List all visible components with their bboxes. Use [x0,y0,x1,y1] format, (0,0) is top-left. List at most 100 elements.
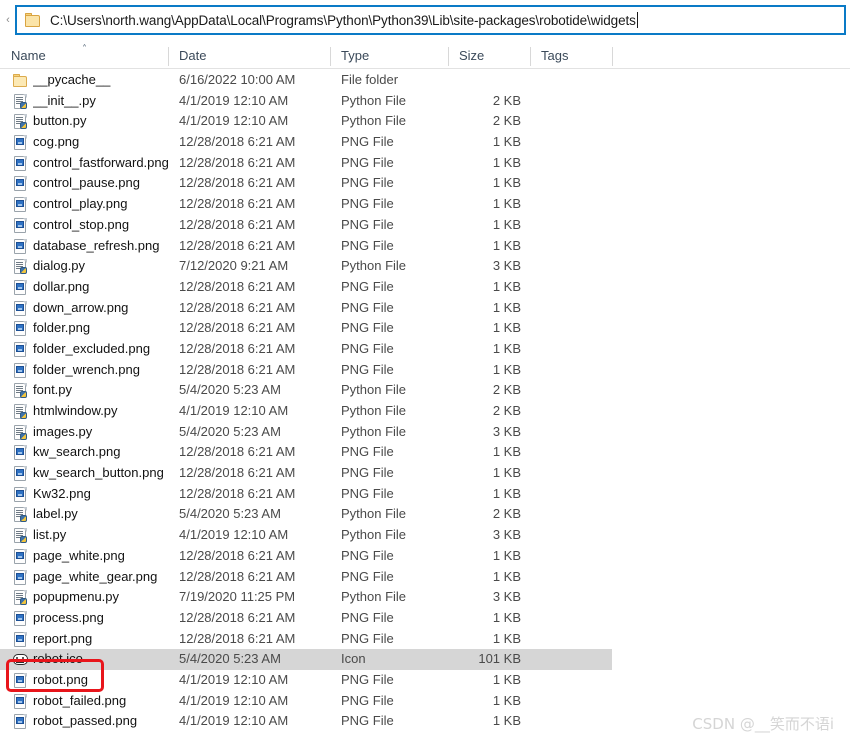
file-row[interactable]: dialog.py 7/12/2020 9:21 AM Python File 3 K… [0,256,850,277]
file-type: PNG File [341,609,394,625]
file-date: 4/1/2019 12:10 AM [179,671,289,687]
file-type: Python File [341,589,407,605]
file-name: htmlwindow.py [33,403,118,418]
file-type: Python File [341,506,407,522]
file-date: 4/1/2019 12:10 AM [179,403,289,418]
file-type: PNG File [341,237,394,253]
file-row[interactable]: down_arrow.png 12/28/2018 6:21 AM PNG File… [0,298,850,319]
file-tags [541,546,611,567]
png-file-icon [13,466,28,482]
file-size: 1 KB [492,237,521,253]
file-name: process.png [33,609,104,625]
file-row[interactable]: page_white.png 12/28/2018 6:21 AM PNG File… [0,546,850,567]
file-size: 1 KB [492,713,521,729]
file-tags [541,215,611,236]
file-type: PNG File [341,465,394,481]
column-divider[interactable] [612,47,613,66]
file-type: Python File [341,92,407,108]
file-tags [541,277,611,298]
file-row[interactable]: page_white_gear.png 12/28/2018 6:21 AM PNG… [0,567,850,588]
column-header-size[interactable]: Size [448,43,530,69]
file-row[interactable]: folder.png 12/28/2018 6:21 AM PNG File 1 KB [0,318,850,339]
file-date: 12/28/2018 6:21 AM [179,154,296,170]
file-date: 12/28/2018 6:21 AM [179,278,296,294]
file-date: 4/1/2019 12:10 AM [179,527,289,543]
png-file-icon [13,217,28,233]
file-row[interactable]: button.py 4/1/2019 12:10 AM Python File 2 K… [0,111,850,132]
file-name: control_stop.png [33,216,130,232]
file-row[interactable]: kw_search_button.png 12/28/2018 6:21 AM PN… [0,463,850,484]
file-name: robot.png [33,671,88,687]
file-row[interactable]: Kw32.png 12/28/2018 6:21 AM PNG File 1 KB [0,484,850,505]
file-row[interactable]: folder_excluded.png 12/28/2018 6:21 AM PNG… [0,339,850,360]
file-name: robot_failed.png [33,692,127,708]
file-row[interactable]: cog.png 12/28/2018 6:21 AM PNG File 1 KB [0,132,850,153]
file-row[interactable]: control_fastforward.png 12/28/2018 6:21 A… [0,153,850,174]
file-row[interactable]: control_stop.png 12/28/2018 6:21 AM PNG Fi… [0,215,850,236]
file-row[interactable]: database_refresh.png 12/28/2018 6:21 AM PN… [0,236,850,257]
file-type: Python File [341,527,407,543]
file-row[interactable]: label.py 5/4/2020 5:23 AM Python File 2 KB [0,504,850,525]
python-file-icon [13,590,28,606]
file-row[interactable]: folder_wrench.png 12/28/2018 6:21 AM PNG F… [0,360,850,381]
file-date: 12/28/2018 6:21 AM [179,134,296,150]
file-tags [541,649,611,670]
column-header-tags[interactable]: Tags [530,43,612,69]
file-row[interactable]: robot.ico 5/4/2020 5:23 AM Icon 101 KB [0,649,850,670]
file-name: control_fastforward.png [33,154,169,170]
png-file-icon [13,362,28,378]
file-tags [541,484,611,505]
file-tags [541,608,611,629]
file-row[interactable]: robot_failed.png 4/1/2019 12:10 AM PNG Fil… [0,691,850,712]
file-size: 2 KB [492,92,521,108]
png-file-icon [13,238,28,254]
column-header-date[interactable]: Date [168,43,330,69]
sort-ascending-icon: ˄ [82,44,87,55]
column-header-type[interactable]: Type [330,43,448,69]
python-file-icon [13,259,28,275]
address-bar: ‹ C:\Users\north.wang\AppData\Local\Prog… [0,0,850,40]
file-row[interactable]: control_play.png 12/28/2018 6:21 AM PNG Fi… [0,194,850,215]
python-file-icon [13,114,28,130]
file-size: 1 KB [492,609,521,625]
address-input[interactable]: C:\Users\north.wang\AppData\Local\Progra… [15,5,846,35]
file-tags [541,463,611,484]
file-tags [541,504,611,525]
file-type: PNG File [341,175,394,191]
file-date: 5/4/2020 5:23 AM [179,651,281,667]
file-tags [541,194,611,215]
file-row[interactable]: images.py 5/4/2020 5:23 AM Python File 3 KB [0,422,850,443]
file-date: 5/4/2020 5:23 AM [179,423,281,439]
file-size: 1 KB [492,154,521,170]
back-chevron-icon[interactable]: ‹ [1,0,15,40]
file-row[interactable]: report.png 12/28/2018 6:21 AM PNG File 1 KB [0,629,850,650]
file-row[interactable]: popupmenu.py 7/19/2020 11:25 PM Python Fil… [0,587,850,608]
file-row[interactable]: process.png 12/28/2018 6:21 AM PNG File 1 K… [0,608,850,629]
png-file-icon [13,445,28,461]
file-row[interactable]: list.py 4/1/2019 12:10 AM Python File 3 KB [0,525,850,546]
file-row[interactable]: htmlwindow.py 4/1/2019 12:10 AM Python Fil… [0,401,850,422]
png-file-icon [13,486,28,502]
file-tags [541,567,611,588]
file-row[interactable]: __init__.py 4/1/2019 12:10 AM Python File 2… [0,91,850,112]
file-row[interactable]: dollar.png 12/28/2018 6:21 AM PNG File 1 KB [0,277,850,298]
file-date: 5/4/2020 5:23 AM [179,382,281,398]
file-size [449,70,521,91]
file-name: Kw32.png [33,485,91,501]
file-row[interactable]: control_pause.png 12/28/2018 6:21 AM PNG F… [0,173,850,194]
file-tags [541,256,611,277]
file-date: 4/1/2019 12:10 AM [179,692,289,708]
file-type: Python File [341,258,407,274]
file-size: 3 KB [492,589,521,605]
file-date: 7/12/2020 9:21 AM [179,258,289,274]
file-row[interactable]: font.py 5/4/2020 5:23 AM Python File 2 KB [0,380,850,401]
file-name: __init__.py [33,92,96,108]
file-row[interactable]: __pycache__ 6/16/2022 10:00 AM File folder [0,70,850,91]
file-size: 2 KB [492,382,521,398]
file-type: PNG File [341,299,394,315]
file-name: database_refresh.png [33,237,160,253]
file-row[interactable]: kw_search.png 12/28/2018 6:21 AM PNG File 1… [0,442,850,463]
file-size: 1 KB [492,340,521,356]
file-row[interactable]: robot.png 4/1/2019 12:10 AM PNG File 1 KB [0,670,850,691]
file-list[interactable]: __pycache__ 6/16/2022 10:00 AM File folder… [0,70,850,748]
